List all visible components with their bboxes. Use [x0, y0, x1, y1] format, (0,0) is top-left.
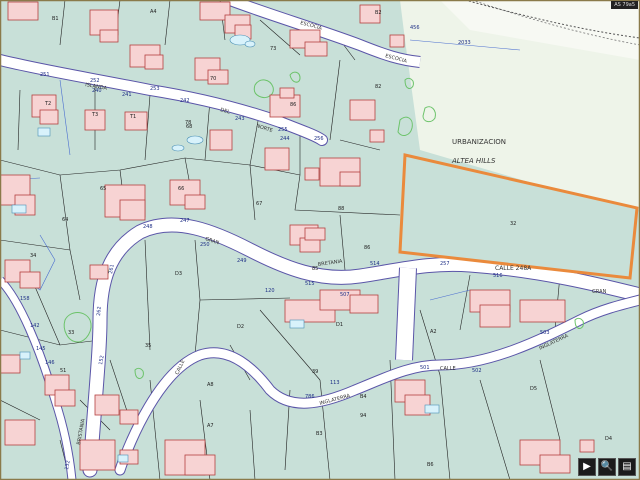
svg-text:262: 262 [96, 306, 103, 316]
svg-text:A7: A7 [207, 423, 214, 429]
svg-text:D3: D3 [175, 271, 182, 277]
svg-text:253: 253 [150, 86, 160, 92]
urbanizacion-label: URBANIZACION [452, 138, 506, 146]
svg-text:120: 120 [265, 288, 275, 294]
map-toolbar: ▶ 🔍 ▤ [578, 458, 636, 476]
svg-text:T1: T1 [129, 114, 136, 120]
svg-text:142: 142 [30, 323, 40, 329]
altea-hills-label: ALTEA HILLS [451, 157, 496, 165]
svg-text:252: 252 [90, 78, 100, 84]
svg-text:33: 33 [68, 330, 74, 336]
svg-text:2033: 2033 [458, 40, 471, 46]
svg-text:247: 247 [180, 218, 190, 224]
road-connector [396, 267, 416, 361]
svg-text:B2: B2 [375, 10, 382, 16]
svg-text:256: 256 [314, 136, 324, 142]
gran-label: GRAN [592, 289, 607, 295]
svg-text:65: 65 [100, 186, 106, 192]
svg-text:257: 257 [440, 261, 450, 267]
svg-text:64: 64 [62, 217, 68, 223]
svg-text:66: 66 [178, 186, 184, 192]
svg-text:78: 78 [185, 120, 191, 126]
svg-text:34: 34 [30, 253, 36, 259]
next-button[interactable]: ▶ [578, 458, 596, 476]
svg-text:A2: A2 [430, 329, 437, 335]
svg-text:248: 248 [143, 224, 153, 230]
svg-text:145: 145 [36, 346, 46, 352]
svg-text:67: 67 [256, 201, 262, 207]
svg-text:88: 88 [338, 206, 344, 212]
svg-text:32: 32 [510, 221, 516, 227]
svg-text:B6: B6 [427, 462, 434, 468]
svg-text:113: 113 [330, 380, 340, 386]
svg-text:D2: D2 [237, 324, 244, 330]
map-canvas: URBANIZACION ALTEA HILLS CALLE 248A GRAN… [0, 0, 640, 480]
svg-text:503: 503 [540, 330, 550, 336]
svg-text:B1: B1 [52, 16, 59, 22]
calle-low-label: CALLE [440, 366, 456, 372]
map-badge: AS 79a5 [611, 1, 638, 9]
svg-text:249: 249 [237, 258, 247, 264]
svg-text:82: 82 [375, 84, 381, 90]
svg-text:158: 158 [20, 296, 30, 302]
svg-text:D4: D4 [605, 436, 612, 442]
svg-text:244: 244 [280, 136, 290, 142]
svg-text:A4: A4 [150, 9, 157, 15]
svg-text:B3: B3 [316, 431, 323, 437]
svg-text:86: 86 [364, 245, 370, 251]
svg-text:251: 251 [40, 72, 50, 78]
svg-text:35: 35 [145, 343, 151, 349]
svg-text:241: 241 [122, 92, 132, 98]
calle-248a-label: CALLE 248A [495, 265, 532, 272]
svg-text:240: 240 [92, 88, 102, 94]
svg-text:146: 146 [45, 360, 55, 366]
svg-text:86: 86 [290, 102, 296, 108]
svg-text:514: 514 [370, 261, 380, 267]
svg-text:T2: T2 [44, 101, 51, 107]
zoom-icon[interactable]: 🔍 [598, 458, 616, 476]
svg-text:242: 242 [180, 98, 190, 104]
svg-text:51: 51 [60, 368, 66, 374]
svg-text:B4: B4 [360, 394, 367, 400]
svg-text:507: 507 [340, 292, 350, 298]
svg-text:515: 515 [305, 281, 315, 287]
cadastral-map[interactable]: URBANIZACION ALTEA HILLS CALLE 248A GRAN… [0, 0, 640, 480]
svg-text:70: 70 [210, 76, 216, 82]
svg-text:D5: D5 [530, 386, 537, 392]
svg-text:73: 73 [270, 46, 276, 52]
svg-text:94: 94 [360, 413, 366, 419]
svg-text:85: 85 [312, 266, 318, 272]
svg-text:250: 250 [200, 242, 210, 248]
svg-text:243: 243 [235, 116, 245, 122]
svg-text:39: 39 [312, 369, 318, 375]
svg-text:502: 502 [472, 368, 482, 374]
svg-text:516: 516 [493, 273, 503, 279]
layers-icon[interactable]: ▤ [618, 458, 636, 476]
svg-text:D1: D1 [336, 322, 343, 328]
svg-text:255: 255 [278, 127, 288, 133]
svg-text:A8: A8 [207, 382, 214, 388]
svg-text:786: 786 [305, 394, 315, 400]
svg-text:456: 456 [410, 25, 420, 31]
svg-text:501: 501 [420, 365, 430, 371]
svg-text:T3: T3 [91, 112, 98, 118]
